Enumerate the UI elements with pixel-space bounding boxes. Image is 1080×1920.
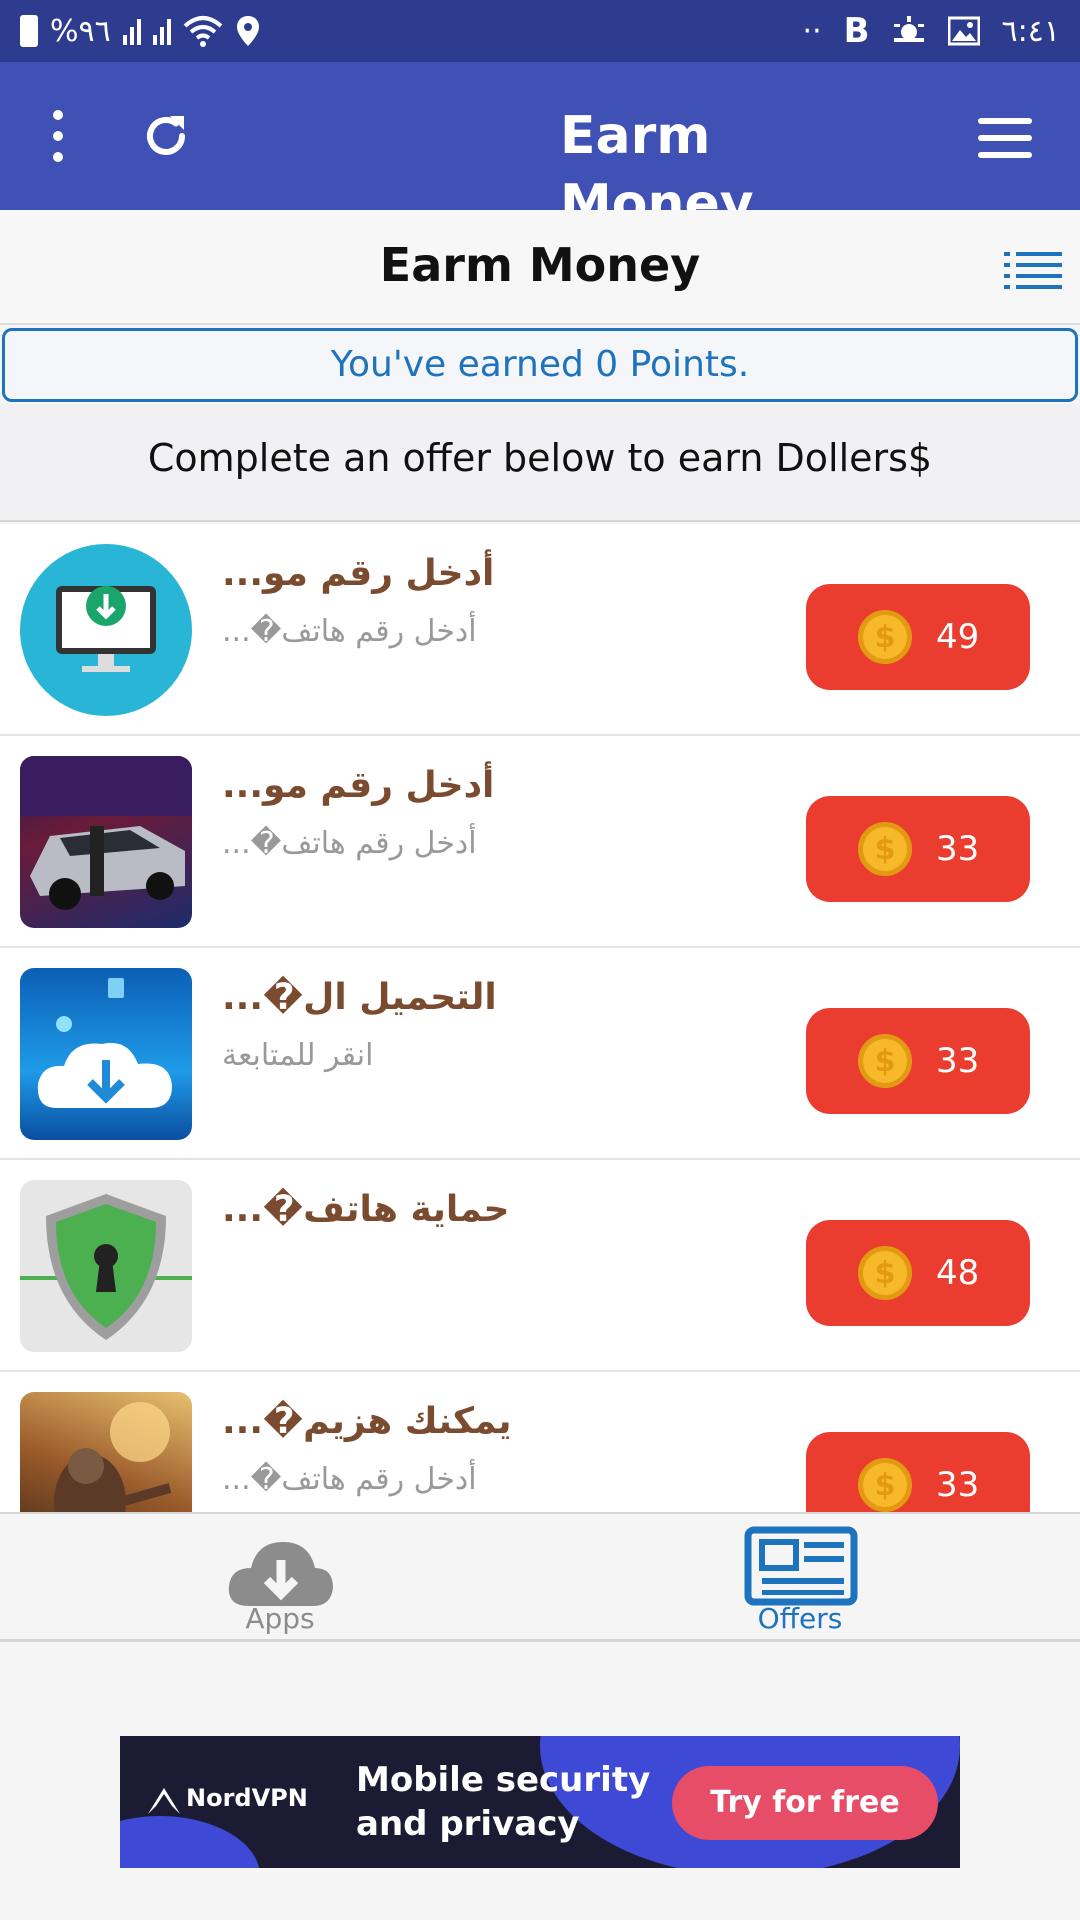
offer-item[interactable]: ...�يمكنك هزيم ...�أدخل رقم هاتف $ 33 xyxy=(0,1372,1080,1512)
hamburger-menu-icon[interactable] xyxy=(978,118,1032,158)
offer-item[interactable]: ...�حماية هاتف $ 48 xyxy=(0,1160,1080,1372)
dollar-coin-icon: $ xyxy=(858,1458,912,1512)
offer-points-button[interactable]: $ 33 xyxy=(806,796,1030,902)
offer-item[interactable]: ...أدخل رقم مو ...�أدخل رقم هاتف $ 33 xyxy=(0,736,1080,948)
offer-points: 33 xyxy=(936,1041,980,1081)
battery-icon xyxy=(20,15,38,47)
dollar-coin-icon: $ xyxy=(858,822,912,876)
tab-apps-label: Apps xyxy=(245,1602,315,1635)
download-monitor-icon xyxy=(20,544,192,716)
page-header: Earm Money xyxy=(0,210,1080,325)
offer-points: 33 xyxy=(936,1465,980,1505)
wifi-icon xyxy=(183,16,223,47)
refresh-icon[interactable] xyxy=(140,110,192,162)
offer-item[interactable]: ...�التحميل ال انقر للمتابعة $ 33 xyxy=(0,948,1080,1160)
offer-points: 48 xyxy=(936,1253,980,1293)
dollar-coin-icon: $ xyxy=(858,1246,912,1300)
tab-offers[interactable]: Offers xyxy=(700,1526,900,1640)
location-pin-icon xyxy=(236,16,259,46)
points-message: You've earned 0 Points. xyxy=(330,344,750,385)
clock: ٦:٤١ xyxy=(1001,13,1060,49)
offer-description: انقر للمتابعة xyxy=(222,1038,374,1073)
signal-icon-2 xyxy=(152,17,171,45)
offer-points-button[interactable]: $ 33 xyxy=(806,1432,1030,1512)
newspaper-icon xyxy=(744,1526,858,1606)
nordvpn-logo-icon xyxy=(148,1788,180,1814)
status-bar: %٩٦ ·· B ٦:٤١ xyxy=(0,0,1080,62)
offer-title: ...أدخل رقم مو xyxy=(222,553,495,594)
offer-points-button[interactable]: $ 49 xyxy=(806,584,1030,690)
offer-title: ...�حماية هاتف xyxy=(222,1189,510,1230)
ad-banner[interactable]: NordVPN Mobile security and privacy Try … xyxy=(120,1736,960,1868)
zombie-game-image xyxy=(20,1392,192,1512)
offer-title: ...�يمكنك هزيم xyxy=(222,1401,512,1442)
signal-icon xyxy=(122,17,141,45)
weather-icon xyxy=(893,16,924,42)
list-view-icon[interactable] xyxy=(1004,250,1062,290)
ad-headline: Mobile security and privacy xyxy=(356,1760,651,1844)
battery-percent: %٩٦ xyxy=(50,13,111,49)
offers-list: ...أدخل رقم مو ...�أدخل رقم هاتف $ 49 ..… xyxy=(0,524,1080,1512)
cloud-download-icon xyxy=(228,1542,333,1606)
offer-points-button[interactable]: $ 48 xyxy=(806,1220,1030,1326)
ad-cta-button[interactable]: Try for free xyxy=(672,1766,938,1840)
offer-item[interactable]: ...أدخل رقم مو ...�أدخل رقم هاتف $ 49 xyxy=(0,524,1080,736)
more-vertical-icon[interactable] xyxy=(40,106,76,166)
page-title: Earm Money xyxy=(379,238,701,292)
tab-offers-label: Offers xyxy=(757,1602,843,1635)
shield-lock-icon xyxy=(20,1180,192,1352)
notification-dots: ·· xyxy=(802,13,822,49)
b-app-icon: B xyxy=(843,11,870,51)
offer-description: ...�أدخل رقم هاتف xyxy=(222,614,477,649)
offer-points-button[interactable]: $ 33 xyxy=(806,1008,1030,1114)
app-bar: Earm Money xyxy=(0,62,1080,234)
ad-brand: NordVPN xyxy=(186,1784,308,1812)
bottom-navigation: Apps Offers xyxy=(0,1512,1080,1642)
instruction-text: Complete an offer below to earn Dollers$ xyxy=(0,404,1080,522)
race-car-image xyxy=(20,756,192,928)
dollar-coin-icon: $ xyxy=(858,1034,912,1088)
offer-title: ...أدخل رقم مو xyxy=(222,765,495,806)
dollar-coin-icon: $ xyxy=(858,610,912,664)
gallery-icon xyxy=(947,16,980,46)
offer-points: 49 xyxy=(936,617,980,657)
points-banner: You've earned 0 Points. xyxy=(2,328,1078,402)
offer-title: ...�التحميل ال xyxy=(222,977,497,1018)
tab-apps[interactable]: Apps xyxy=(180,1530,380,1640)
offer-description: ...�أدخل رقم هاتف xyxy=(222,1462,477,1497)
offer-description: ...�أدخل رقم هاتف xyxy=(222,826,477,861)
cloud-download-icon xyxy=(20,968,192,1140)
offer-points: 33 xyxy=(936,829,980,869)
